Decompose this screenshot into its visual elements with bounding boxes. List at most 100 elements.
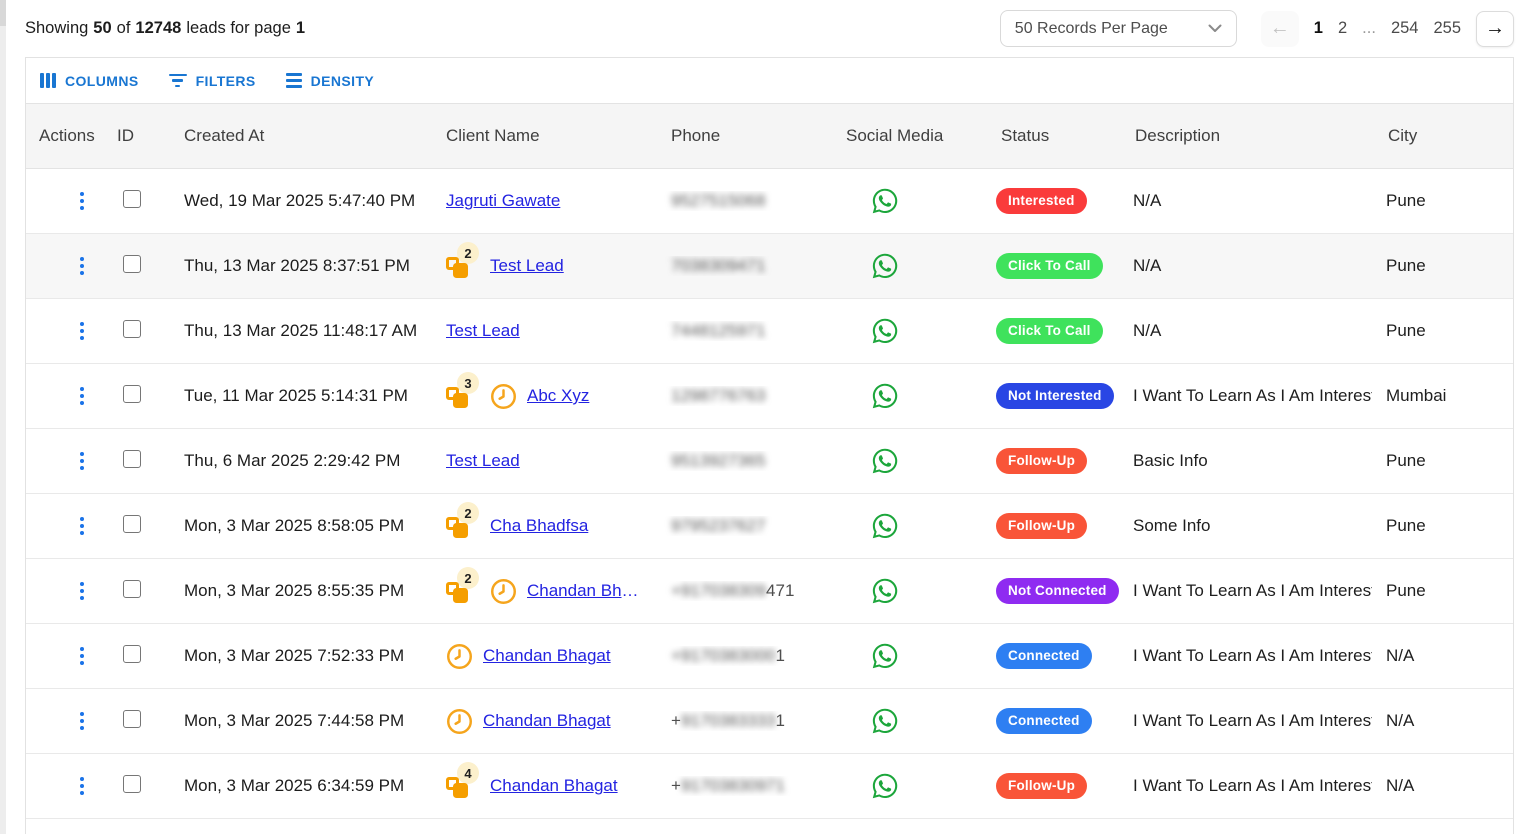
- clock-icon: [446, 708, 473, 735]
- row-actions-menu-button[interactable]: [76, 384, 88, 409]
- client-name-link[interactable]: Chandan Bhagat: [490, 776, 618, 796]
- page-button-254[interactable]: 254: [1391, 19, 1419, 38]
- pagination: ← 1 2 ... 254 255 →: [1261, 11, 1514, 47]
- phone-blurred-digits: 9170383333: [681, 711, 776, 730]
- whatsapp-icon[interactable]: [871, 577, 899, 605]
- phone-blurred-digits: 1298776763: [671, 386, 766, 405]
- status-badge[interactable]: Connected: [996, 643, 1092, 669]
- column-header-status[interactable]: Status: [985, 126, 1119, 146]
- row-actions-menu-button[interactable]: [76, 644, 88, 669]
- whatsapp-icon[interactable]: [871, 382, 899, 410]
- whatsapp-icon[interactable]: [871, 252, 899, 280]
- phone-cell: 7448125971: [655, 321, 830, 341]
- summary-page-number: 1: [296, 19, 305, 38]
- row-actions-menu-button[interactable]: [76, 774, 88, 799]
- status-badge[interactable]: Click To Call: [996, 318, 1103, 344]
- row-checkbox[interactable]: [123, 385, 141, 403]
- whatsapp-icon[interactable]: [871, 187, 899, 215]
- description-cell: N/A: [1119, 256, 1372, 276]
- column-header-created-at[interactable]: Created At: [168, 126, 430, 146]
- status-badge[interactable]: Not Connected: [996, 578, 1119, 604]
- status-badge[interactable]: Follow-Up: [996, 513, 1087, 539]
- client-name-link[interactable]: Test Lead: [446, 321, 520, 341]
- column-header-actions[interactable]: Actions: [26, 126, 101, 146]
- client-name-link[interactable]: Cha Bhadfsa: [490, 516, 588, 536]
- client-name-link[interactable]: Chandan Bhagat: [483, 646, 611, 666]
- density-button[interactable]: DENSITY: [286, 73, 374, 89]
- client-name-link[interactable]: Abc Xyz: [527, 386, 589, 406]
- client-name-cell: Test Lead: [430, 321, 655, 341]
- column-header-city[interactable]: City: [1372, 126, 1513, 146]
- row-actions-menu-button[interactable]: [76, 449, 88, 474]
- page-button-2[interactable]: 2: [1338, 19, 1347, 38]
- whatsapp-icon[interactable]: [871, 772, 899, 800]
- column-header-id[interactable]: ID: [101, 126, 168, 146]
- whatsapp-icon[interactable]: [871, 512, 899, 540]
- id-cell: [101, 775, 168, 798]
- columns-button[interactable]: COLUMNS: [40, 73, 139, 89]
- row-checkbox[interactable]: [123, 450, 141, 468]
- column-header-description[interactable]: Description: [1119, 126, 1372, 146]
- client-name-cell: 2 Test Lead: [430, 252, 655, 280]
- filters-button[interactable]: FILTERS: [169, 73, 256, 89]
- city-cell: Mumbai: [1372, 386, 1513, 406]
- row-actions-menu-button[interactable]: [76, 189, 88, 214]
- page-button-255[interactable]: 255: [1433, 19, 1461, 38]
- status-badge[interactable]: Follow-Up: [996, 448, 1087, 474]
- row-checkbox[interactable]: [123, 710, 141, 728]
- id-cell: [101, 320, 168, 343]
- whatsapp-icon[interactable]: [871, 707, 899, 735]
- previous-page-button[interactable]: ←: [1261, 11, 1299, 47]
- duplicate-leads-icon: 3: [446, 382, 476, 410]
- social-media-cell: [830, 317, 985, 345]
- row-checkbox[interactable]: [123, 775, 141, 793]
- row-actions-menu-button[interactable]: [76, 254, 88, 279]
- whatsapp-icon[interactable]: [871, 642, 899, 670]
- status-badge[interactable]: Click To Call: [996, 253, 1103, 279]
- actions-cell: [26, 319, 101, 344]
- city-cell: Pune: [1372, 581, 1513, 601]
- status-badge[interactable]: Connected: [996, 708, 1092, 734]
- table-body: Wed, 19 Mar 2025 5:47:40 PM Jagruti Gawa…: [26, 169, 1513, 819]
- row-checkbox[interactable]: [123, 580, 141, 598]
- column-header-client-name[interactable]: Client Name: [430, 126, 655, 146]
- next-page-button[interactable]: →: [1476, 11, 1514, 47]
- row-actions-menu-button[interactable]: [76, 579, 88, 604]
- whatsapp-icon[interactable]: [871, 317, 899, 345]
- created-at-cell: Thu, 13 Mar 2025 8:37:51 PM: [168, 256, 430, 276]
- summary-of-label: of: [117, 19, 131, 38]
- client-name-link[interactable]: Test Lead: [446, 451, 520, 471]
- status-badge[interactable]: Follow-Up: [996, 773, 1087, 799]
- column-header-phone[interactable]: Phone: [655, 126, 830, 146]
- page-button-1[interactable]: 1: [1314, 19, 1323, 38]
- client-name-link[interactable]: Test Lead: [490, 256, 564, 276]
- client-name-cell: Chandan Bhagat: [430, 643, 655, 670]
- row-actions-menu-button[interactable]: [76, 709, 88, 734]
- row-actions-menu-button[interactable]: [76, 319, 88, 344]
- social-media-cell: [830, 577, 985, 605]
- duplicate-leads-icon: 2: [446, 577, 476, 605]
- phone-cell: 9795237627: [655, 516, 830, 536]
- phone-visible-prefix: +: [671, 776, 681, 795]
- duplicate-leads-icon: 2: [446, 512, 476, 540]
- row-actions-menu-button[interactable]: [76, 514, 88, 539]
- copy-icon-front: [453, 588, 468, 603]
- column-header-social-media[interactable]: Social Media: [830, 126, 985, 146]
- row-checkbox[interactable]: [123, 645, 141, 663]
- row-checkbox[interactable]: [123, 320, 141, 338]
- status-badge[interactable]: Interested: [996, 188, 1087, 214]
- id-cell: [101, 710, 168, 733]
- actions-cell: [26, 579, 101, 604]
- whatsapp-icon[interactable]: [871, 447, 899, 475]
- client-name-link[interactable]: Chandan Bhagat: [527, 581, 643, 601]
- row-checkbox[interactable]: [123, 190, 141, 208]
- client-name-cell: Test Lead: [430, 451, 655, 471]
- topbar: Showing 50 of 12748 leads for page 1 50 …: [25, 0, 1514, 57]
- client-name-link[interactable]: Chandan Bhagat: [483, 711, 611, 731]
- row-checkbox[interactable]: [123, 515, 141, 533]
- phone-blurred-digits: 91703830971: [681, 776, 785, 795]
- records-per-page-select[interactable]: 50 Records Per Page: [1000, 10, 1237, 47]
- status-badge[interactable]: Not Interested: [996, 383, 1114, 409]
- row-checkbox[interactable]: [123, 255, 141, 273]
- client-name-link[interactable]: Jagruti Gawate: [446, 191, 560, 211]
